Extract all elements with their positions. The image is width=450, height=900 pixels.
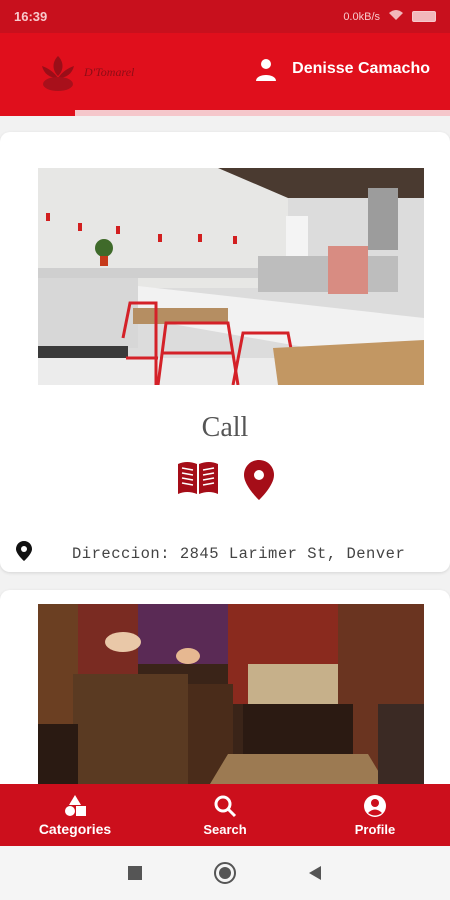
status-time: 16:39 xyxy=(14,9,48,24)
user-profile[interactable]: Denisse Camacho xyxy=(254,57,430,81)
bottom-nav: Categories Search Profile xyxy=(0,784,450,846)
address-pin-icon xyxy=(16,541,32,561)
logo-text: D'Tomarel xyxy=(84,64,135,79)
battery-icon xyxy=(412,11,436,22)
menu-book-icon[interactable] xyxy=(176,460,220,496)
nav-categories[interactable]: Categories xyxy=(0,784,150,846)
back-icon[interactable] xyxy=(307,865,323,881)
status-bar: 16:39 0.0kB/s xyxy=(0,0,450,33)
restaurant-photo[interactable] xyxy=(38,168,424,385)
nav-search[interactable]: Search xyxy=(150,784,300,846)
home-icon[interactable] xyxy=(213,861,237,885)
address-text: Direccion: 2845 Larimer St, Denver xyxy=(72,545,406,563)
restaurant-list[interactable]: Call Direccion: 2845 Larimer St, Denver xyxy=(0,116,450,784)
system-nav xyxy=(0,846,450,900)
network-speed: 0.0kB/s xyxy=(343,10,380,23)
person-icon xyxy=(256,59,277,81)
profile-icon xyxy=(364,794,386,817)
status-indicators: 0.0kB/s xyxy=(343,9,436,24)
nav-profile[interactable]: Profile xyxy=(300,784,450,846)
address-row[interactable]: Direccion: 2845 Larimer St, Denver xyxy=(0,537,450,569)
call-label[interactable]: Call xyxy=(0,412,450,444)
lotus-logo-icon xyxy=(42,56,74,91)
location-pin-icon[interactable] xyxy=(244,460,274,500)
categories-icon xyxy=(65,795,86,816)
recent-apps-icon[interactable] xyxy=(127,865,143,881)
restaurant-card[interactable] xyxy=(0,590,450,784)
nav-profile-label: Profile xyxy=(354,821,396,837)
app-header: D'Tomarel Denisse Camacho xyxy=(0,33,450,113)
nav-categories-label: Categories xyxy=(38,821,112,837)
restaurant-photo[interactable] xyxy=(38,604,424,784)
nav-search-label: Search xyxy=(203,821,247,837)
card-actions xyxy=(0,460,450,500)
search-icon xyxy=(214,795,237,817)
wifi-icon xyxy=(388,9,404,24)
logo[interactable]: D'Tomarel xyxy=(36,51,156,93)
user-name: Denisse Camacho xyxy=(292,60,430,77)
restaurant-card[interactable]: Call Direccion: 2845 Larimer St, Denver xyxy=(0,132,450,572)
